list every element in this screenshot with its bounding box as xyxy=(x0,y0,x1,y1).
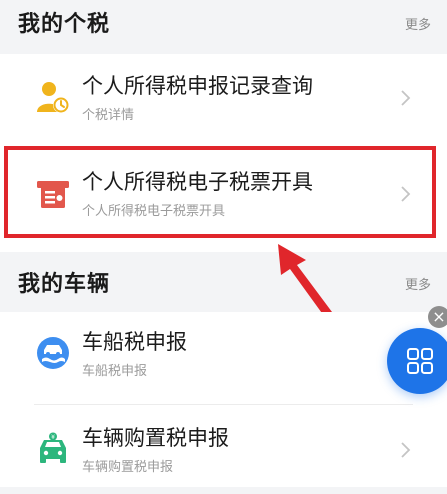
vehicle-purchase-tax-subtitle: 车辆购置税申报 xyxy=(82,460,174,475)
tax-receipt-issue-item[interactable]: 个人所得税电子税票开具 个人所得税电子税票开具 xyxy=(0,154,447,238)
tax-receipt-issue-title: 个人所得税电子税票开具 xyxy=(82,170,313,194)
chevron-right-icon xyxy=(401,186,411,202)
floating-menu-button[interactable] xyxy=(387,328,447,394)
car-ship-icon xyxy=(37,337,69,369)
tax-card: 个人所得税申报记录查询 个税详情 个人所得税电子税票开具 个人所得税电子税票开具 xyxy=(0,54,447,252)
tax-record-query-item[interactable]: 个人所得税申报记录查询 个税详情 xyxy=(0,58,447,142)
close-icon[interactable]: × xyxy=(428,306,447,328)
vehicle-more-link[interactable]: 更多 xyxy=(405,274,431,293)
vehicle-purchase-tax-item[interactable]: ¥ 车辆购置税申报 车辆购置税申报 xyxy=(0,410,447,494)
car-purchase-icon: ¥ xyxy=(40,432,66,463)
chevron-right-icon xyxy=(401,442,411,458)
vehicle-ship-tax-item[interactable]: 车船税申报 车船税申报 xyxy=(0,314,447,398)
chevron-right-icon xyxy=(401,90,411,106)
tax-record-query-title: 个人所得税申报记录查询 xyxy=(82,74,313,98)
person-clock-icon xyxy=(37,82,69,113)
grid-icon xyxy=(407,348,433,374)
vehicle-purchase-tax-title: 车辆购置税申报 xyxy=(82,426,229,450)
tax-receipt-issue-subtitle: 个人所得税电子税票开具 xyxy=(82,204,226,219)
vehicle-card: 车船税申报 车船税申报 ¥ 车辆购置税申报 车辆购置税申报 xyxy=(0,312,447,487)
tax-more-link[interactable]: 更多 xyxy=(405,14,431,33)
divider xyxy=(34,404,413,405)
divider xyxy=(34,146,413,147)
svg-text:¥: ¥ xyxy=(51,434,55,441)
tax-record-query-subtitle: 个税详情 xyxy=(82,108,135,123)
tax-section-title: 我的个税 xyxy=(18,12,111,37)
tax-section-header: 我的个税 更多 xyxy=(0,0,447,44)
vehicle-section-title: 我的车辆 xyxy=(18,272,111,297)
tax-receipt-icon xyxy=(37,181,69,208)
vehicle-ship-tax-subtitle: 车船税申报 xyxy=(82,364,148,379)
vehicle-section-header: 我的车辆 更多 xyxy=(0,258,447,302)
vehicle-ship-tax-title: 车船税申报 xyxy=(82,330,187,354)
